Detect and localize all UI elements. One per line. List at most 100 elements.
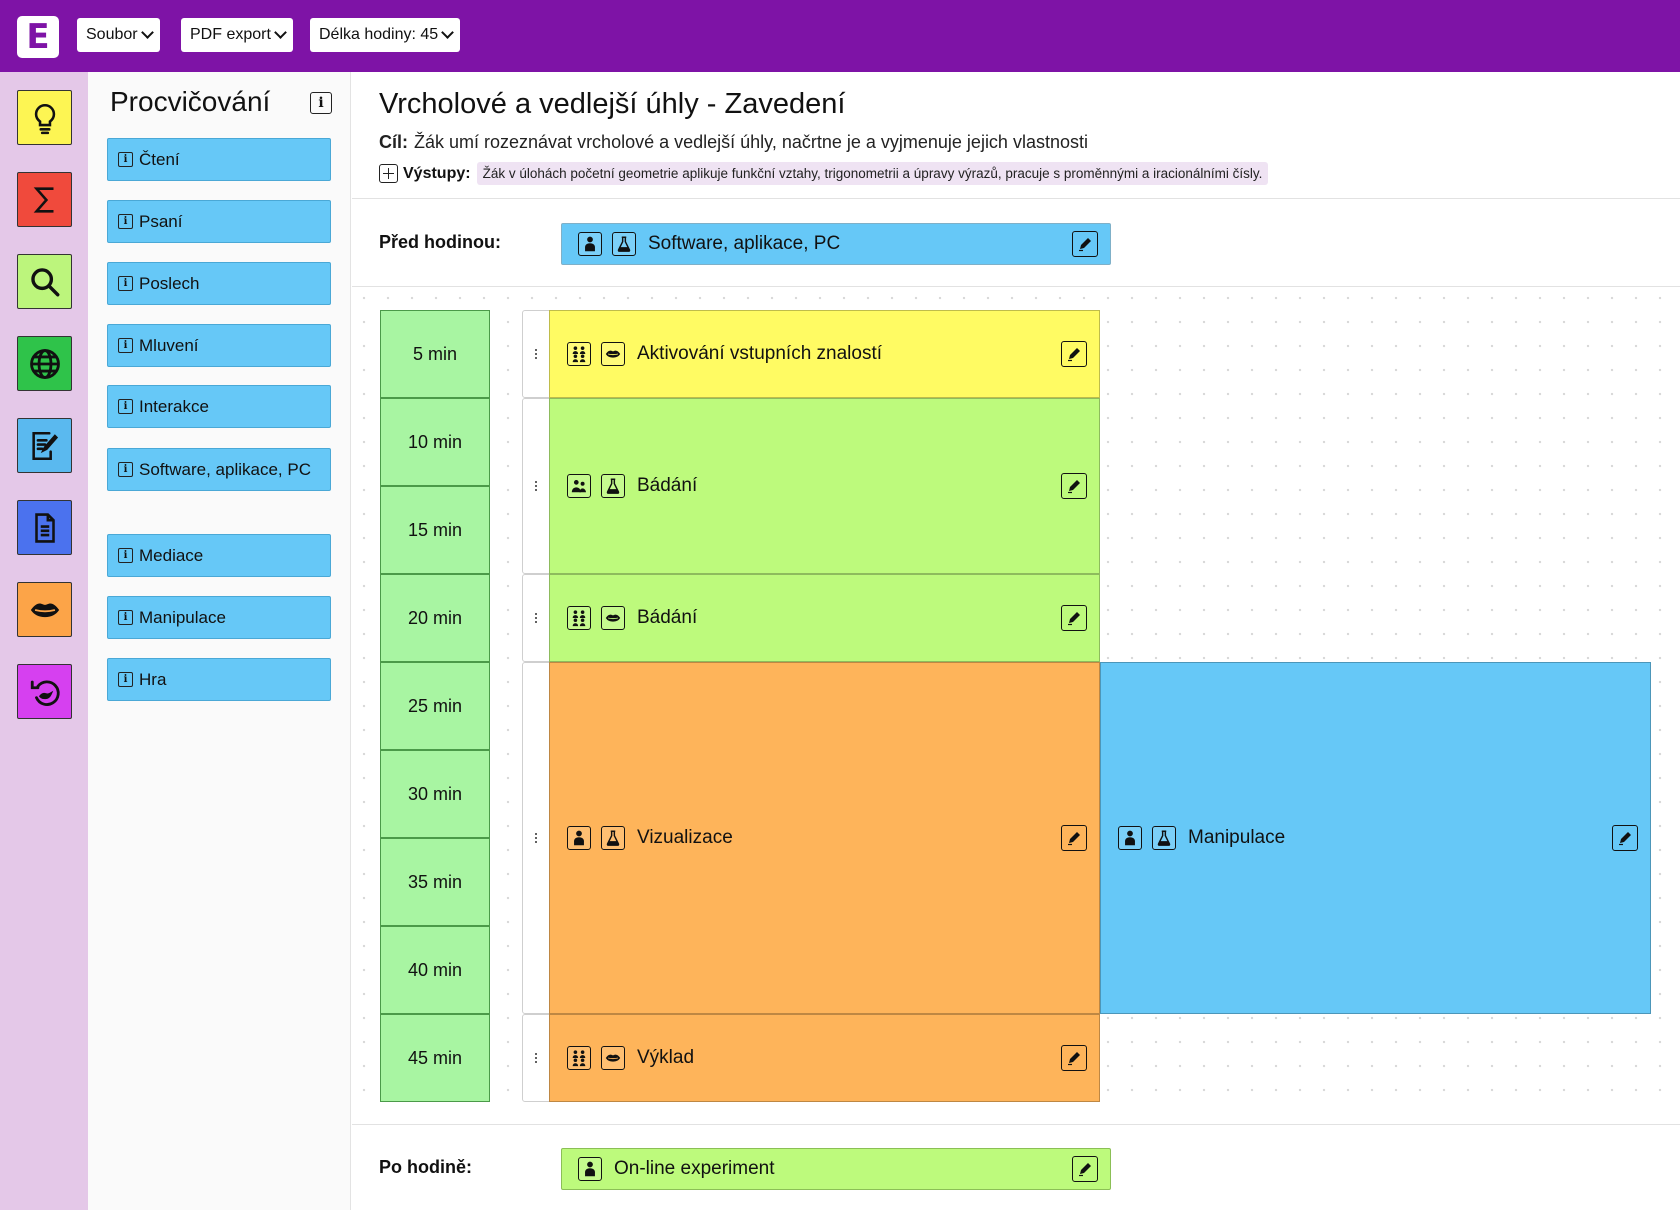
palette-item-label: Software, aplikace, PC [139, 460, 311, 479]
rail-button-document[interactable] [17, 500, 72, 555]
file-menu-label: Soubor [86, 26, 138, 43]
palette-item-mediace[interactable]: i Mediace [107, 534, 331, 577]
divider [352, 1124, 1680, 1125]
pencil-icon[interactable] [1072, 231, 1098, 257]
info-icon[interactable]: i [310, 92, 332, 114]
activity-label: Výklad [637, 1047, 695, 1068]
activity-label: On-line experiment [614, 1158, 775, 1179]
palette-item-label: Mluvení [139, 336, 199, 355]
info-icon[interactable]: i [118, 610, 133, 625]
rail-button-math[interactable] [17, 172, 72, 227]
drag-handle[interactable] [522, 398, 550, 574]
pencil-icon[interactable] [1612, 825, 1638, 851]
activity-label: Manipulace [1188, 827, 1286, 848]
lesson-goal[interactable]: Cíl: Žák umí rozeznávat vrcholové a vedle… [379, 132, 1088, 153]
palette-item-label: Hra [139, 670, 167, 689]
activity-block[interactable]: Aktivování vstupních znalostí [549, 310, 1100, 398]
drag-handle[interactable] [522, 310, 550, 398]
lips-icon [601, 1046, 625, 1070]
person-icon [567, 826, 591, 850]
time-slot: 30 min [380, 750, 490, 838]
goal-text: Žák umí rozeznávat vrcholové a vedlejší … [414, 132, 1088, 152]
palette-item-interakce[interactable]: i Interakce [107, 385, 331, 428]
lips-icon [30, 602, 59, 617]
undo-head-icon [30, 679, 60, 706]
rail-button-globe[interactable] [17, 336, 72, 391]
time-slot: 15 min [380, 486, 490, 574]
palette-item-label: Interakce [139, 397, 209, 416]
palette-item-mluveni[interactable]: i Mluvení [107, 324, 331, 367]
activity-label: Software, aplikace, PC [648, 233, 841, 254]
edit-document-icon [31, 431, 58, 460]
activity-label: Bádání [637, 607, 698, 628]
group-icon [567, 342, 591, 366]
flask-icon [612, 232, 636, 256]
output-chip[interactable]: Žák v úlohách početní geometrie aplikuje… [476, 162, 1269, 185]
globe-icon [29, 348, 60, 379]
info-icon[interactable]: i [118, 548, 133, 563]
top-bar: E Soubor PDF export Délka hodiny: 45 [0, 0, 1680, 72]
pencil-icon[interactable] [1061, 605, 1087, 631]
rail-button-speaking[interactable] [17, 582, 72, 637]
activity-block[interactable]: Bádání [549, 398, 1100, 574]
rail-button-reflection[interactable] [17, 664, 72, 719]
palette-item-poslech[interactable]: i Poslech [107, 262, 331, 305]
time-slot: 5 min [380, 310, 490, 398]
info-icon[interactable]: i [118, 152, 133, 167]
drag-handle[interactable] [522, 1014, 550, 1102]
info-icon[interactable]: i [118, 672, 133, 687]
pencil-icon[interactable] [1061, 825, 1087, 851]
lesson-length-label: Délka hodiny: 45 [319, 26, 439, 43]
before-lesson-activity[interactable]: Software, aplikace, PC [561, 223, 1111, 265]
palette-item-hra[interactable]: i Hra [107, 658, 331, 701]
palette-item-psani[interactable]: i Psaní [107, 200, 331, 243]
time-slot: 35 min [380, 838, 490, 926]
drag-handle[interactable] [522, 574, 550, 662]
palette-item-manipulace[interactable]: i Manipulace [107, 596, 331, 639]
info-icon[interactable]: i [118, 462, 133, 477]
drag-dots-icon [535, 348, 537, 360]
file-menu-button[interactable]: Soubor [77, 18, 160, 52]
info-icon[interactable]: i [118, 214, 133, 229]
time-slot: 20 min [380, 574, 490, 662]
activity-block[interactable]: Manipulace [1100, 662, 1651, 1014]
before-lesson-label: Před hodinou: [379, 232, 501, 252]
pencil-icon[interactable] [1061, 473, 1087, 499]
info-icon[interactable]: i [118, 338, 133, 353]
pdf-export-button[interactable]: PDF export [181, 18, 293, 52]
pencil-icon[interactable] [1061, 1045, 1087, 1071]
person-icon [578, 232, 602, 256]
rail-button-search[interactable] [17, 254, 72, 309]
document-icon [34, 512, 55, 543]
activity-block[interactable]: Vizualizace [549, 662, 1100, 1014]
rail-button-writing[interactable] [17, 418, 72, 473]
after-lesson-activity[interactable]: On-line experiment [561, 1148, 1111, 1190]
chevron-down-icon [140, 26, 154, 39]
palette-item-label: Poslech [139, 274, 200, 293]
person-icon [1118, 826, 1142, 850]
info-icon[interactable]: i [118, 276, 133, 291]
palette-item-label: Mediace [139, 546, 204, 565]
drag-handle[interactable] [522, 662, 550, 1014]
app-logo[interactable]: E [17, 16, 59, 58]
flask-icon [1152, 826, 1176, 850]
lesson-length-select[interactable]: Délka hodiny: 45 [310, 18, 461, 52]
rail-button-idea[interactable] [17, 90, 72, 145]
add-output-icon[interactable] [379, 164, 398, 183]
palette-item-cteni[interactable]: i Čtení [107, 138, 331, 181]
activity-block[interactable]: Výklad [549, 1014, 1100, 1102]
time-slot: 25 min [380, 662, 490, 750]
flask-icon [601, 826, 625, 850]
divider [352, 198, 1680, 199]
info-icon[interactable]: i [118, 399, 133, 414]
time-slot: 40 min [380, 926, 490, 1014]
activity-block[interactable]: Bádání [549, 574, 1100, 662]
palette-item-label: Čtení [139, 150, 180, 169]
person-icon [578, 1157, 602, 1181]
pencil-icon[interactable] [1061, 341, 1087, 367]
chevron-down-icon [441, 26, 455, 39]
lesson-title[interactable]: Vrcholové a vedlejší úhly - Zavedení [379, 88, 845, 121]
pencil-icon[interactable] [1072, 1156, 1098, 1182]
palette-item-software[interactable]: i Software, aplikace, PC [107, 448, 331, 491]
lightbulb-icon [34, 103, 55, 134]
